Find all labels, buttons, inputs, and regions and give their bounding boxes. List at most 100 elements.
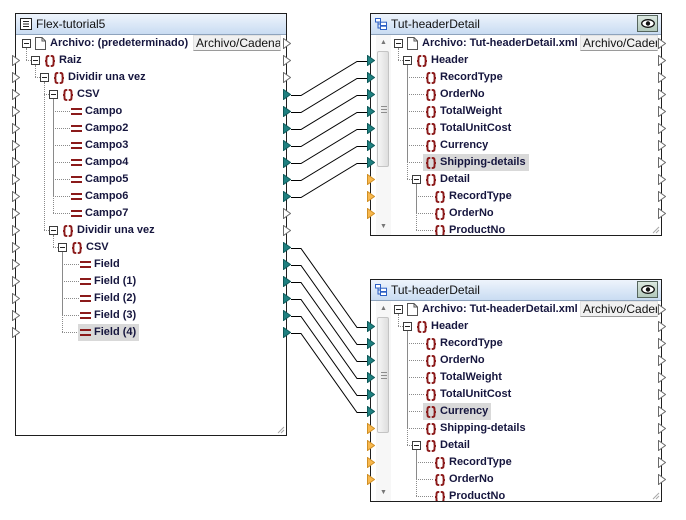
node[interactable]: Campo2	[69, 120, 131, 137]
preview-button[interactable]	[637, 15, 658, 32]
tree-item[interactable]: Field (1)	[16, 273, 286, 290]
collapse-toggle[interactable]	[403, 56, 412, 65]
tree-item[interactable]: OrderNo	[371, 86, 661, 103]
connection-line[interactable]	[291, 265, 367, 345]
input-connector-mandatory[interactable]	[367, 191, 375, 202]
output-connector-connected[interactable]	[283, 310, 291, 321]
input-connector-unconnected[interactable]	[12, 72, 20, 83]
connection-line[interactable]	[291, 299, 367, 379]
node[interactable]: Campo3	[69, 137, 131, 154]
file-string-button[interactable]: Archivo/Cadena	[580, 301, 658, 317]
node[interactable]: RecordType	[423, 335, 506, 352]
node[interactable]: Detail	[423, 437, 473, 454]
tree-item[interactable]: Campo7	[16, 205, 286, 222]
input-connector-mandatory[interactable]	[367, 474, 375, 485]
output-connector-unconnected[interactable]	[283, 55, 291, 66]
input-connector-connected[interactable]	[367, 406, 375, 417]
node[interactable]: TotalWeight	[423, 103, 505, 120]
collapse-toggle[interactable]	[403, 322, 412, 331]
input-connector-unconnected[interactable]	[12, 55, 20, 66]
node[interactable]: Campo	[69, 103, 125, 120]
file-row[interactable]: Archivo: (predeterminado) Archivo/Cadena	[16, 35, 286, 52]
input-connector-unconnected[interactable]	[12, 327, 20, 338]
selected-node[interactable]: Field (4)	[78, 324, 140, 341]
output-connector-connected[interactable]	[283, 157, 291, 168]
tree-item[interactable]: TotalWeight	[371, 369, 661, 386]
output-connector-unconnected[interactable]	[658, 457, 666, 468]
input-connector-connected[interactable]	[367, 140, 375, 151]
tree-item[interactable]: Shipping-details	[371, 420, 661, 437]
input-connector-unconnected[interactable]	[12, 191, 20, 202]
input-connector-connected[interactable]	[367, 55, 375, 66]
tree-item[interactable]: Field (3)	[16, 307, 286, 324]
tree-item[interactable]: Campo5	[16, 171, 286, 188]
target-component-tut-headerdetail[interactable]: Tut-headerDetail ▲ ▼ Archivo: Tut-headerDe…	[367, 279, 666, 502]
input-connector-unconnected[interactable]	[12, 89, 20, 100]
output-connector-connected[interactable]	[283, 242, 291, 253]
tree-item[interactable]: TotalUnitCost	[371, 386, 661, 403]
output-connector-unconnected[interactable]	[658, 55, 666, 66]
node[interactable]: RecordType	[432, 188, 515, 205]
input-connector-unconnected[interactable]	[12, 310, 20, 321]
input-connector-unconnected[interactable]	[12, 174, 20, 185]
node[interactable]: Field (2)	[78, 290, 139, 307]
output-connector-unconnected[interactable]	[658, 389, 666, 400]
node[interactable]: RecordType	[432, 454, 515, 471]
output-connector-unconnected[interactable]	[658, 38, 666, 49]
input-connector-unconnected[interactable]	[12, 259, 20, 270]
resize-grip-icon[interactable]	[277, 426, 285, 434]
output-connector-unconnected[interactable]	[283, 225, 291, 236]
file-row[interactable]: Archivo: Tut-headerDetail.xml Archivo/Cad…	[371, 301, 661, 318]
output-connector-unconnected[interactable]	[658, 423, 666, 434]
tree-item[interactable]: ProductNo	[371, 488, 661, 501]
output-connector-unconnected[interactable]	[658, 304, 666, 315]
collapse-toggle[interactable]	[49, 226, 58, 235]
output-connector-connected[interactable]	[283, 140, 291, 151]
input-connector-connected[interactable]	[367, 106, 375, 117]
input-connector-unconnected[interactable]	[12, 123, 20, 134]
node[interactable]: Dividir una vez	[51, 69, 149, 86]
tree-item[interactable]: Dividir una vez	[16, 222, 286, 239]
tree-item[interactable]: Currency	[371, 403, 661, 420]
tree-item[interactable]: Campo6	[16, 188, 286, 205]
collapse-toggle[interactable]	[49, 90, 58, 99]
output-connector-connected[interactable]	[283, 191, 291, 202]
node[interactable]: Campo4	[69, 154, 131, 171]
input-connector-unconnected[interactable]	[12, 242, 20, 253]
input-connector-unconnected[interactable]	[12, 140, 20, 151]
collapse-toggle[interactable]	[22, 39, 31, 48]
node[interactable]: ProductNo	[432, 488, 508, 501]
output-connector-unconnected[interactable]	[283, 208, 291, 219]
output-connector-unconnected[interactable]	[658, 406, 666, 417]
tree-item[interactable]: Shipping-details	[371, 154, 661, 171]
connection-line[interactable]	[291, 163, 367, 198]
tree-item[interactable]: Raiz	[16, 52, 286, 69]
node[interactable]: OrderNo	[432, 205, 497, 222]
node[interactable]: Header	[414, 52, 471, 69]
input-connector-unconnected[interactable]	[12, 157, 20, 168]
output-connector-unconnected[interactable]	[283, 38, 291, 49]
tree-item[interactable]: Field (4)	[16, 324, 286, 341]
node[interactable]: OrderNo	[423, 352, 488, 369]
connection-line[interactable]	[291, 78, 367, 113]
node[interactable]: Campo6	[69, 188, 131, 205]
output-connector-connected[interactable]	[283, 174, 291, 185]
input-connector-mandatory[interactable]	[367, 208, 375, 219]
tree-item[interactable]: OrderNo	[371, 352, 661, 369]
selected-node[interactable]: Currency	[423, 403, 492, 420]
output-connector-connected[interactable]	[283, 106, 291, 117]
target-component-tut-headerdetail[interactable]: Tut-headerDetail ▲ ▼ Archivo: Tut-headerDe…	[367, 13, 666, 236]
tree-item[interactable]: Detail	[371, 437, 661, 454]
output-connector-unconnected[interactable]	[658, 474, 666, 485]
input-connector-mandatory[interactable]	[367, 423, 375, 434]
tree-item[interactable]: Campo4	[16, 154, 286, 171]
output-connector-connected[interactable]	[283, 327, 291, 338]
output-connector-unconnected[interactable]	[658, 355, 666, 366]
connection-line[interactable]	[291, 146, 367, 181]
output-connector-unconnected[interactable]	[658, 440, 666, 451]
node[interactable]: Campo5	[69, 171, 131, 188]
resize-grip-icon[interactable]	[652, 492, 660, 500]
node[interactable]: Raiz	[42, 52, 85, 69]
connection-line[interactable]	[291, 112, 367, 147]
tree-item[interactable]: Header	[371, 52, 661, 69]
